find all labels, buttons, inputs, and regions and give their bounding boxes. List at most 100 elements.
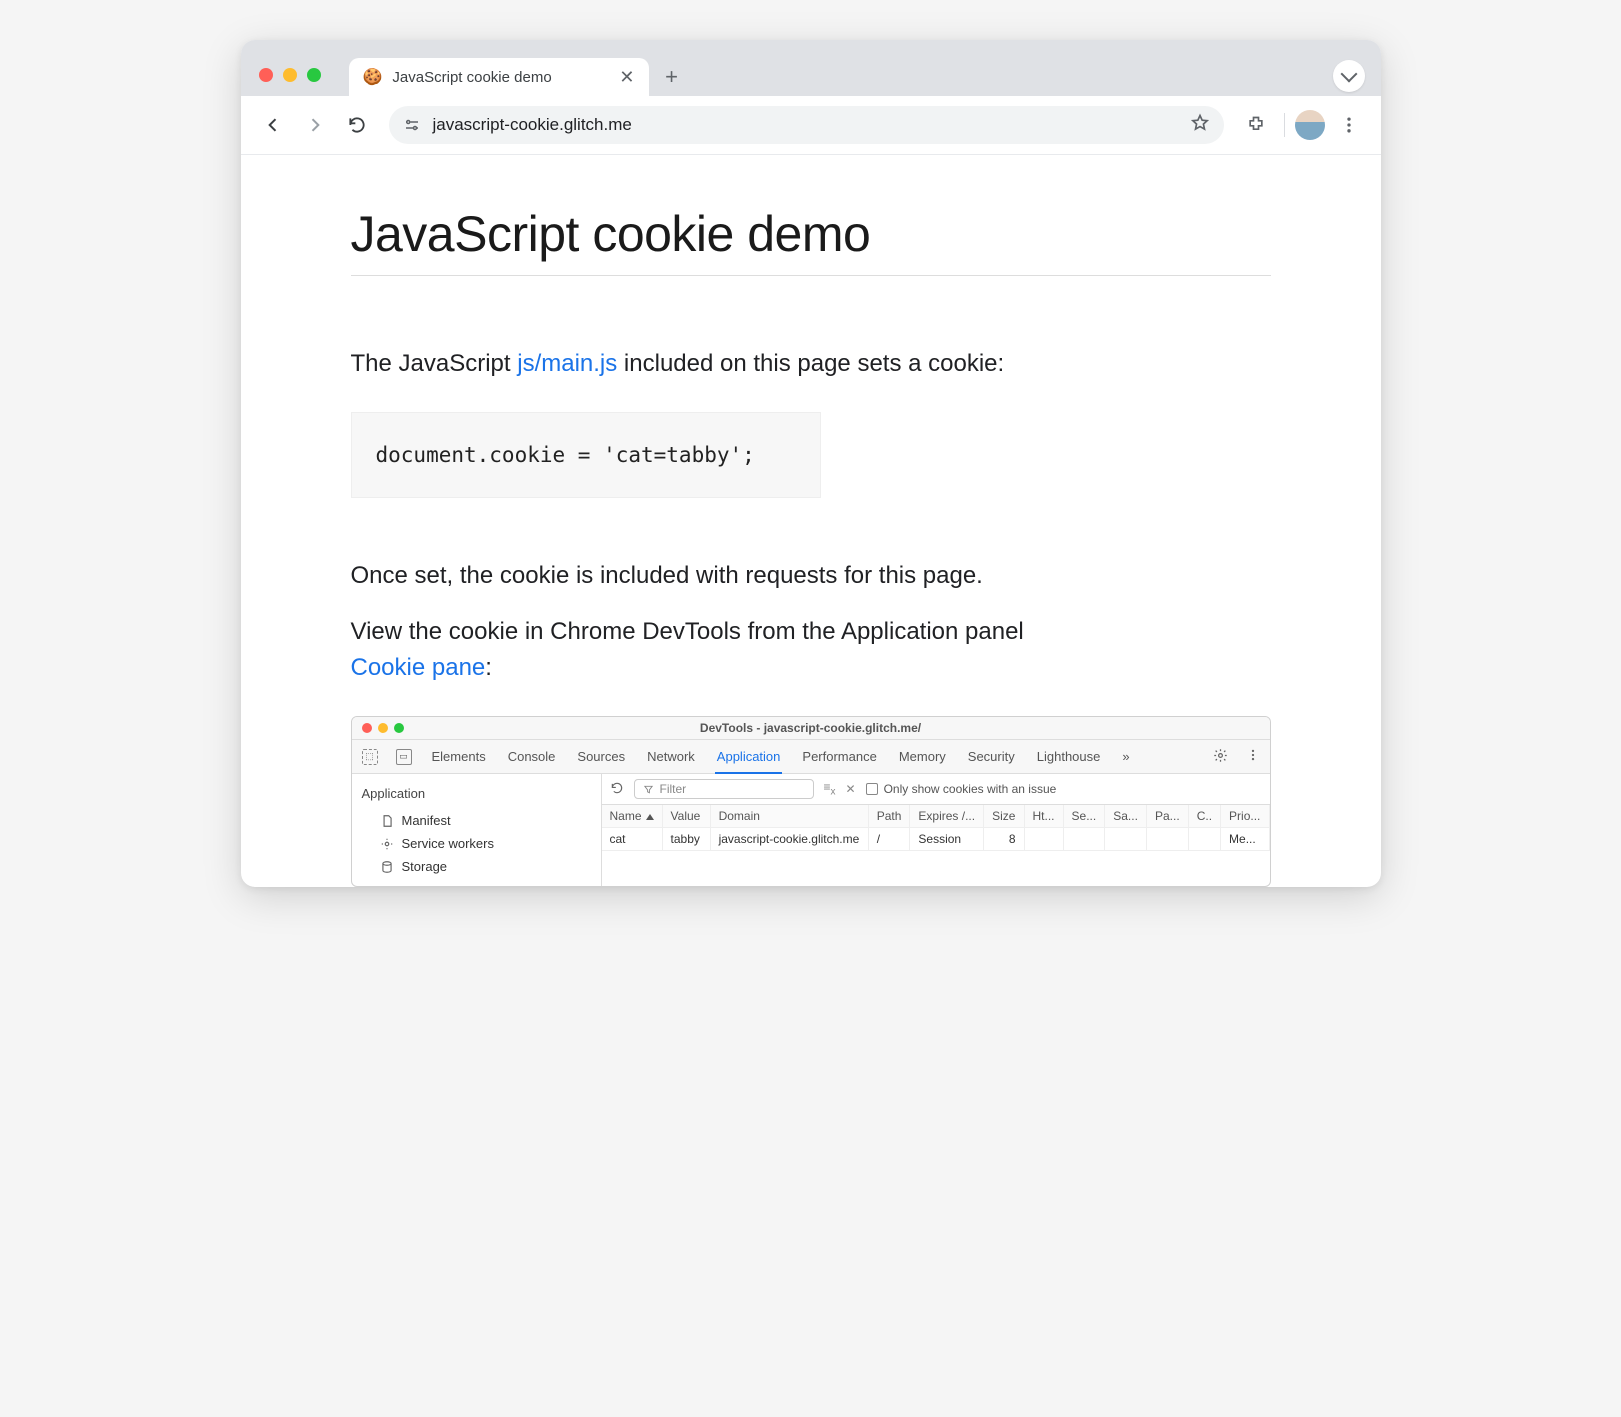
sidebar-item-label: Manifest	[402, 813, 451, 828]
site-settings-icon[interactable]	[403, 116, 421, 134]
devtools-window-controls[interactable]	[362, 723, 404, 733]
col-httponly[interactable]: Ht...	[1024, 805, 1063, 828]
col-partitionkey[interactable]: Pa...	[1146, 805, 1188, 828]
cell-secure	[1063, 828, 1105, 851]
close-window-icon[interactable]	[259, 68, 273, 82]
intro-text-post: included on this page sets a cookie:	[617, 350, 1004, 377]
page-title: JavaScript cookie demo	[351, 205, 1271, 276]
cookies-table: Name Value Domain Path Expires /... Size…	[602, 805, 1270, 851]
devtools-main: Filter ≡x ✕ Only show cookies with an is…	[602, 774, 1270, 886]
minimize-window-icon[interactable]	[378, 723, 388, 733]
cell-domain: javascript-cookie.glitch.me	[710, 828, 868, 851]
chevron-down-icon	[1340, 66, 1357, 83]
reload-button[interactable]	[339, 107, 375, 143]
favicon-icon: 🍪	[363, 67, 383, 87]
browser-tab[interactable]: 🍪 JavaScript cookie demo ✕	[349, 58, 649, 96]
close-tab-icon[interactable]: ✕	[619, 67, 634, 88]
toolbar: javascript-cookie.glitch.me	[241, 96, 1381, 155]
table-header-row: Name Value Domain Path Expires /... Size…	[602, 805, 1270, 828]
sidebar-item-storage[interactable]: Storage	[362, 855, 591, 878]
checkbox-box-icon	[866, 783, 878, 795]
forward-button[interactable]	[297, 107, 333, 143]
cell-priority: Me...	[1221, 828, 1269, 851]
devtools-title: DevTools - javascript-cookie.glitch.me/	[700, 721, 921, 735]
tabs-dropdown-button[interactable]	[1333, 60, 1365, 92]
tab-lighthouse[interactable]: Lighthouse	[1035, 741, 1103, 772]
para-3: View the cookie in Chrome DevTools from …	[351, 614, 1271, 686]
tab-strip: 🍪 JavaScript cookie demo ✕ +	[241, 40, 1381, 96]
cell-expires: Session	[910, 828, 984, 851]
col-value[interactable]: Value	[662, 805, 710, 828]
mainjs-link[interactable]: js/main.js	[517, 350, 617, 377]
para3-post: :	[485, 654, 492, 681]
tab-memory[interactable]: Memory	[897, 741, 948, 772]
col-path[interactable]: Path	[868, 805, 910, 828]
cell-path: /	[868, 828, 910, 851]
inspect-icon[interactable]: ⬚	[362, 749, 378, 765]
tab-title: JavaScript cookie demo	[392, 69, 551, 86]
back-button[interactable]	[255, 107, 291, 143]
para3-pre: View the cookie in Chrome DevTools from …	[351, 618, 1024, 645]
only-issues-label: Only show cookies with an issue	[884, 782, 1057, 796]
sidebar-item-label: Storage	[402, 859, 448, 874]
clear-all-icon[interactable]: ✕	[846, 782, 856, 796]
cell-httponly	[1024, 828, 1063, 851]
filter-placeholder: Filter	[660, 782, 687, 796]
maximize-window-icon[interactable]	[307, 68, 321, 82]
sidebar-heading: Application	[362, 786, 591, 801]
cell-partitionkey	[1146, 828, 1188, 851]
clear-filter-icon[interactable]: ≡x	[824, 780, 836, 797]
col-crosssite[interactable]: C..	[1188, 805, 1220, 828]
sidebar-item-label: Service workers	[402, 836, 494, 851]
col-size[interactable]: Size	[984, 805, 1024, 828]
devtools-panel-tabs: ⬚ ▭ Elements Console Sources Network App…	[352, 740, 1270, 774]
col-secure[interactable]: Se...	[1063, 805, 1105, 828]
col-priority[interactable]: Prio...	[1221, 805, 1269, 828]
address-bar[interactable]: javascript-cookie.glitch.me	[389, 106, 1224, 144]
devtools-window: DevTools - javascript-cookie.glitch.me/ …	[351, 716, 1271, 887]
tabs-overflow[interactable]: »	[1120, 741, 1131, 772]
sidebar-item-manifest[interactable]: Manifest	[362, 809, 591, 832]
cell-samesite	[1105, 828, 1147, 851]
devtools-menu-icon[interactable]	[1246, 748, 1260, 765]
tab-performance[interactable]: Performance	[800, 741, 878, 772]
col-samesite[interactable]: Sa...	[1105, 805, 1147, 828]
tab-sources[interactable]: Sources	[575, 741, 627, 772]
code-block: document.cookie = 'cat=tabby';	[351, 412, 821, 498]
col-domain[interactable]: Domain	[710, 805, 868, 828]
para-2: Once set, the cookie is included with re…	[351, 558, 1271, 594]
profile-avatar[interactable]	[1295, 110, 1325, 140]
cookies-filter-input[interactable]: Filter	[634, 779, 814, 799]
table-row[interactable]: cat tabby javascript-cookie.glitch.me / …	[602, 828, 1270, 851]
device-toolbar-icon[interactable]: ▭	[396, 749, 412, 765]
chrome-menu-button[interactable]	[1331, 107, 1367, 143]
only-issues-checkbox[interactable]: Only show cookies with an issue	[866, 782, 1057, 796]
cell-crosssite	[1188, 828, 1220, 851]
cookies-filter-bar: Filter ≡x ✕ Only show cookies with an is…	[602, 774, 1270, 805]
cell-size: 8	[984, 828, 1024, 851]
sort-asc-icon	[646, 814, 654, 820]
intro-text-pre: The JavaScript	[351, 350, 518, 377]
bookmark-star-icon[interactable]	[1190, 113, 1210, 138]
intro-paragraph: The JavaScript js/main.js included on th…	[351, 346, 1271, 382]
cookie-pane-link[interactable]: Cookie pane	[351, 654, 486, 681]
minimize-window-icon[interactable]	[283, 68, 297, 82]
close-window-icon[interactable]	[362, 723, 372, 733]
tab-network[interactable]: Network	[645, 741, 697, 772]
window-controls[interactable]	[259, 68, 321, 82]
col-expires[interactable]: Expires /...	[910, 805, 984, 828]
tab-console[interactable]: Console	[506, 741, 558, 772]
tab-application[interactable]: Application	[715, 741, 783, 774]
refresh-cookies-icon[interactable]	[610, 781, 624, 798]
maximize-window-icon[interactable]	[394, 723, 404, 733]
cell-value: tabby	[662, 828, 710, 851]
url-text: javascript-cookie.glitch.me	[433, 115, 632, 135]
devtools-settings-icon[interactable]	[1213, 748, 1228, 766]
tab-security[interactable]: Security	[966, 741, 1017, 772]
extensions-button[interactable]	[1238, 107, 1274, 143]
new-tab-button[interactable]: +	[657, 62, 687, 92]
browser-window: 🍪 JavaScript cookie demo ✕ + javascript-…	[241, 40, 1381, 887]
sidebar-item-service-workers[interactable]: Service workers	[362, 832, 591, 855]
tab-elements[interactable]: Elements	[430, 741, 488, 772]
col-name[interactable]: Name	[602, 805, 663, 828]
